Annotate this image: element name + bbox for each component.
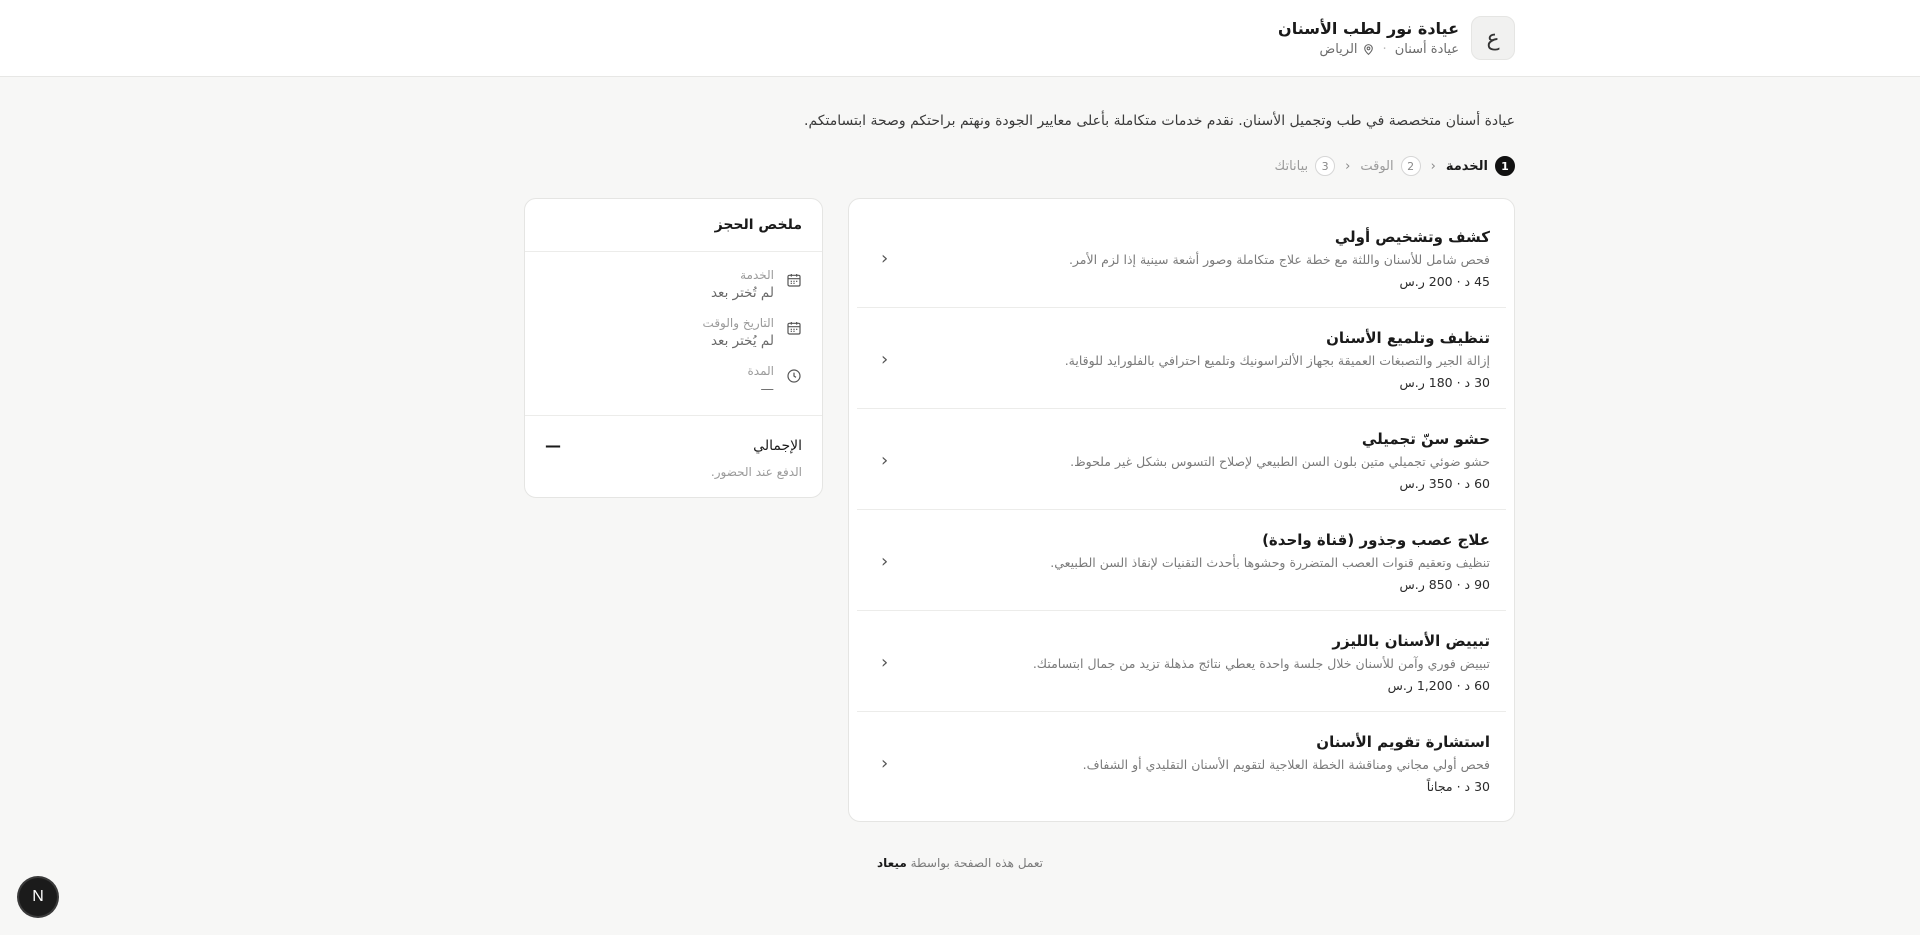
booking-content: كشف وتشخيص أولي فحص شامل للأسنان واللثة …	[405, 198, 1515, 822]
booking-summary: ملخص الحجز الخدمة لم تُختر بعد التاريخ و…	[524, 198, 823, 498]
step-details[interactable]: 3 بياناتك	[1275, 156, 1336, 176]
footer-text: تعمل هذه الصفحة بواسطة	[910, 856, 1043, 870]
service-item[interactable]: تبييض الأسنان بالليزر تبييض فوري وآمن لل…	[857, 611, 1506, 712]
clinic-city: الرياض	[1319, 42, 1358, 57]
step-label: بياناتك	[1274, 158, 1309, 174]
chevron-left-icon: ‹	[881, 449, 889, 471]
step-service[interactable]: 1 الخدمة	[1446, 156, 1515, 176]
service-description: إزالة الجير والتصبغات العميقة بجهاز الأل…	[1064, 352, 1490, 368]
service-item[interactable]: علاج عصب وجذور (قناة واحدة) تنظيف وتعقيم…	[857, 510, 1506, 611]
chevron-left-icon: ‹	[881, 753, 889, 774]
service-item[interactable]: تنظيف وتلميع الأسنان إزالة الجير والتصبغ…	[857, 308, 1506, 409]
service-description: حشو ضوئي تجميلي متين بلون السن الطبيعي ل…	[1070, 453, 1490, 469]
clinic-info: عيادة نور لطب الأسنان عيادة أسنان · الري…	[1278, 19, 1459, 57]
page-footer: تعمل هذه الصفحة بواسطة ميعاد	[405, 856, 1515, 870]
summary-service-value: لم تُختر بعد	[710, 285, 774, 301]
chevron-left-icon: ‹	[881, 348, 889, 370]
chevron-left-icon: ‹	[881, 247, 889, 269]
service-duration-price: 30 د · 180 ر.س	[1399, 374, 1490, 390]
summary-datetime-label: التاريخ والوقت	[702, 316, 774, 330]
step-number: 2	[1400, 156, 1421, 176]
service-title: علاج عصب وجذور (قناة واحدة)	[1262, 530, 1490, 549]
service-title: استشارة تقويم الأسنان	[1316, 733, 1490, 751]
summary-service-row: الخدمة لم تُختر بعد	[545, 268, 802, 301]
service-info: كشف وتشخيص أولي فحص شامل للأسنان واللثة …	[1069, 228, 1490, 289]
chevron-left-icon: ‹	[1345, 158, 1351, 174]
site-header: ع عيادة نور لطب الأسنان عيادة أسنان · ال…	[0, 0, 1920, 77]
summary-duration-label: المدة	[747, 364, 774, 378]
service-info: علاج عصب وجذور (قناة واحدة) تنظيف وتعقيم…	[1050, 531, 1490, 592]
service-title: تنظيف وتلميع الأسنان	[1326, 328, 1490, 347]
footer-brand-link[interactable]: ميعاد	[877, 856, 907, 870]
chevron-left-icon: ‹	[881, 550, 889, 572]
service-duration-price: 90 د · 850 ر.س	[1399, 576, 1490, 592]
service-duration-price: 30 د · مجاناً	[1426, 779, 1490, 794]
chevron-left-icon: ‹	[881, 651, 889, 673]
clinic-logo: ع	[1471, 16, 1515, 60]
service-description: تبييض فوري وآمن للأسنان خلال جلسة واحدة …	[1032, 655, 1490, 671]
step-number: 3	[1315, 156, 1336, 176]
service-item[interactable]: استشارة تقويم الأسنان فحص أولي مجاني ومن…	[857, 712, 1506, 813]
booking-steps: 1 الخدمة ‹ 2 الوقت ‹ 3 بياناتك	[405, 155, 1515, 177]
meta-separator: ·	[1382, 42, 1387, 57]
total-value: —	[545, 436, 561, 455]
services-list: كشف وتشخيص أولي فحص شامل للأسنان واللثة …	[848, 198, 1515, 822]
step-time[interactable]: 2 الوقت	[1360, 156, 1421, 176]
service-title: كشف وتشخيص أولي	[1334, 227, 1490, 246]
service-title: حشو سنّ تجميلي	[1361, 429, 1490, 448]
payment-note: الدفع عند الحضور.	[710, 465, 802, 479]
service-info: حشو سنّ تجميلي حشو ضوئي تجميلي متين بلون…	[1070, 430, 1490, 491]
clock-icon	[787, 369, 801, 383]
summary-service-label: الخدمة	[740, 268, 774, 282]
clinic-category: عيادة أسنان	[1394, 42, 1459, 57]
step-number: 1	[1495, 156, 1515, 176]
summary-duration-row: المدة —	[545, 364, 802, 397]
service-info: تنظيف وتلميع الأسنان إزالة الجير والتصبغ…	[1065, 329, 1490, 390]
summary-datetime-value: لم يُختر بعد	[710, 333, 774, 349]
service-duration-price: 45 د · 200 ر.س	[1399, 273, 1490, 289]
service-description: فحص شامل للأسنان واللثة مع خطة علاج متكا…	[1068, 251, 1490, 267]
step-label: الوقت	[1360, 158, 1394, 174]
step-label: الخدمة	[1445, 158, 1488, 174]
calendar-icon	[787, 274, 801, 287]
chevron-left-icon: ‹	[1430, 158, 1436, 174]
main-content: عيادة أسنان متخصصة في طب وتجميل الأسنان.…	[405, 77, 1515, 870]
service-description: فحص أولي مجاني ومناقشة الخطة العلاجية لت…	[1082, 757, 1490, 772]
clinic-location: الرياض	[1320, 42, 1375, 57]
service-duration-price: 60 د · 350 ر.س	[1399, 475, 1490, 491]
service-info: استشارة تقويم الأسنان فحص أولي مجاني ومن…	[1083, 733, 1490, 794]
clinic-name: عيادة نور لطب الأسنان	[1278, 19, 1459, 38]
total-label: الإجمالي	[753, 437, 802, 454]
service-info: تبييض الأسنان بالليزر تبييض فوري وآمن لل…	[1033, 632, 1490, 693]
service-duration-price: 60 د · 1,200 ر.س	[1387, 677, 1490, 693]
n-logo-badge[interactable]: N	[19, 878, 57, 916]
summary-datetime-row: التاريخ والوقت لم يُختر بعد	[545, 316, 802, 349]
total-row: الإجمالي —	[545, 436, 802, 455]
calendar-icon	[787, 322, 801, 335]
service-title: تبييض الأسنان بالليزر	[1332, 631, 1490, 650]
clinic-description: عيادة أسنان متخصصة في طب وتجميل الأسنان.…	[804, 113, 1515, 129]
service-item[interactable]: كشف وتشخيص أولي فحص شامل للأسنان واللثة …	[857, 207, 1506, 308]
location-pin-icon	[1363, 44, 1373, 56]
service-item[interactable]: حشو سنّ تجميلي حشو ضوئي تجميلي متين بلون…	[857, 409, 1506, 510]
summary-details: الخدمة لم تُختر بعد التاريخ والوقت لم يُ…	[525, 252, 822, 416]
summary-title: ملخص الحجز	[525, 199, 822, 252]
summary-duration-value: —	[760, 381, 775, 397]
summary-total: الإجمالي — الدفع عند الحضور.	[525, 416, 822, 497]
service-description: تنظيف وتعقيم قنوات العصب المتضررة وحشوها…	[1050, 554, 1490, 570]
clinic-meta: عيادة أسنان · الرياض	[1278, 42, 1460, 57]
header-inner: ع عيادة نور لطب الأسنان عيادة أسنان · ال…	[405, 0, 1515, 76]
